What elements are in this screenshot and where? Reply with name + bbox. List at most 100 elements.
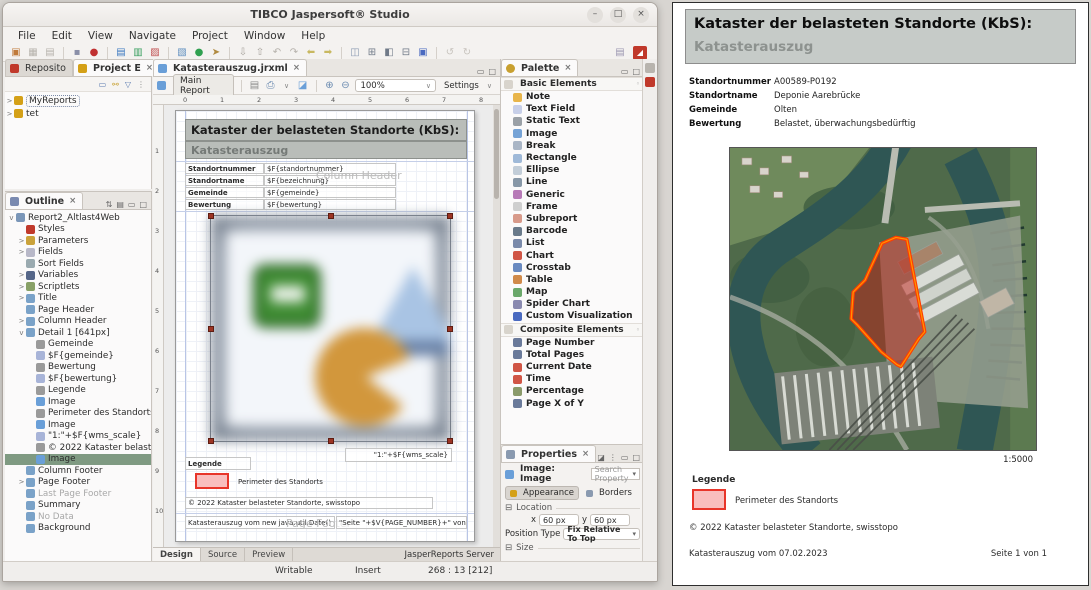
editor-minmax[interactable]: ▭□: [477, 67, 500, 76]
resize-handle[interactable]: [328, 213, 334, 219]
palette-item-frame[interactable]: Frame: [501, 201, 644, 213]
band-view-icon[interactable]: ▤: [248, 79, 260, 93]
restore-panel-icon[interactable]: [645, 63, 655, 73]
close-icon[interactable]: ×: [69, 196, 76, 206]
outline-item[interactable]: Sort Fields: [5, 258, 151, 270]
palette-section-header[interactable]: Basic Elements◦: [501, 77, 644, 91]
palette-item-text-field[interactable]: Text Field: [501, 103, 644, 115]
expander-icon[interactable]: >: [17, 294, 26, 302]
outline-item[interactable]: No Data: [5, 511, 151, 523]
outline-item[interactable]: >Scriptlets: [5, 281, 151, 293]
position-type-select[interactable]: Fix Relative To Top▾: [563, 528, 640, 540]
design-legend-label[interactable]: Legende: [185, 457, 251, 470]
menu-view[interactable]: View: [81, 29, 120, 43]
design-field-label[interactable]: Standortnummer: [185, 163, 264, 174]
design-field-expression[interactable]: $F{bewertung}: [264, 199, 396, 210]
tab-reposito[interactable]: Reposito: [5, 59, 73, 76]
palette-item-custom-visualization[interactable]: Custom Visualization: [501, 310, 644, 322]
palette-minmax[interactable]: ▭□: [621, 67, 644, 76]
design-field-label[interactable]: Bewertung: [185, 199, 264, 210]
link-editor-icon[interactable]: ⚯: [112, 80, 119, 89]
new-window-icon[interactable]: ◫: [348, 46, 362, 60]
jasperreports-server-label[interactable]: JasperReports Server: [405, 550, 500, 560]
menu-icon[interactable]: ⋮: [609, 453, 617, 462]
design-subtitle[interactable]: Katasterauszug: [185, 141, 467, 159]
outline-item[interactable]: Image: [5, 396, 151, 408]
maximize-icon[interactable]: □: [632, 67, 640, 76]
dataset-icon[interactable]: ▥: [131, 46, 145, 60]
expander-icon[interactable]: v: [17, 329, 26, 337]
expander-icon[interactable]: v: [7, 214, 16, 222]
outline-item[interactable]: vReport2_Altlast4Web: [5, 212, 151, 224]
menu-icon[interactable]: ▤: [116, 200, 124, 209]
close-button[interactable]: ×: [633, 7, 649, 23]
chevron-icon[interactable]: ◦: [636, 80, 640, 88]
outline-item[interactable]: >Title: [5, 293, 151, 305]
import-icon[interactable]: ⇩: [236, 46, 250, 60]
outline-item[interactable]: Last Page Footer: [5, 488, 151, 500]
breakpoint-icon[interactable]: ●: [87, 46, 101, 60]
export-image-icon[interactable]: ◪: [297, 79, 309, 93]
resize-handle[interactable]: [208, 213, 214, 219]
palette-item-crosstab[interactable]: Crosstab: [501, 262, 644, 274]
outline-item[interactable]: vDetail 1 [641px]: [5, 327, 151, 339]
outline-item[interactable]: >Parameters: [5, 235, 151, 247]
resize-handle[interactable]: [208, 438, 214, 444]
chevron-icon[interactable]: ◦: [636, 326, 640, 334]
preferences-icon[interactable]: ▤: [613, 46, 627, 60]
scale-expression[interactable]: "1:"+$F{wms_scale}: [345, 448, 452, 462]
palette-item-list[interactable]: List: [501, 237, 644, 249]
image-tool-icon[interactable]: ▧: [175, 46, 189, 60]
palette-item-total-pages[interactable]: Total Pages: [501, 349, 644, 361]
outline-item[interactable]: Bewertung: [5, 362, 151, 374]
outline-item[interactable]: $F{gemeinde}: [5, 350, 151, 362]
outline-item[interactable]: "1:"+$F{wms_scale}: [5, 431, 151, 443]
expander-icon[interactable]: >: [17, 271, 26, 279]
design-legend-swatch[interactable]: [195, 473, 229, 489]
maximize-icon[interactable]: □: [488, 67, 496, 76]
view-menu-icon[interactable]: ⋮: [137, 80, 145, 89]
vertical-scrollbar[interactable]: [493, 105, 500, 549]
layout-stack-icon[interactable]: ⊟: [399, 46, 413, 60]
title-bar[interactable]: TIBCO Jaspersoft® Studio –□×: [3, 3, 657, 27]
design-field-label[interactable]: Gemeinde: [185, 187, 264, 198]
expander-icon[interactable]: >: [5, 97, 14, 105]
map-image-element[interactable]: [210, 215, 451, 442]
outline-item[interactable]: >Column Header: [5, 316, 151, 328]
menu-edit[interactable]: Edit: [45, 29, 79, 43]
palette-item-ellipse[interactable]: Ellipse: [501, 164, 644, 176]
project-tree-item[interactable]: >MyReports: [5, 94, 151, 107]
palette-item-spider-chart[interactable]: Spider Chart: [501, 298, 644, 310]
expander-icon[interactable]: >: [17, 237, 26, 245]
forward-icon[interactable]: ➡: [321, 46, 335, 60]
palette-item-chart[interactable]: Chart: [501, 249, 644, 261]
prop-tab-appearance[interactable]: Appearance: [505, 486, 579, 500]
palette-item-page-number[interactable]: Page Number: [501, 337, 644, 349]
print-icon[interactable]: ⎙: [264, 79, 276, 93]
palette-section-header[interactable]: Composite Elements◦: [501, 323, 644, 337]
palette-item-subreport[interactable]: Subreport: [501, 213, 644, 225]
publish-icon[interactable]: ➤: [209, 46, 223, 60]
outline-item[interactable]: >Fields: [5, 247, 151, 259]
palette-item-percentage[interactable]: Percentage: [501, 385, 644, 397]
menu-window[interactable]: Window: [237, 29, 292, 43]
tab-design[interactable]: Design: [153, 548, 201, 561]
outline-item[interactable]: Gemeinde: [5, 339, 151, 351]
menu-project[interactable]: Project: [185, 29, 235, 43]
chevron-down-icon[interactable]: ∨: [281, 79, 293, 93]
close-icon[interactable]: ×: [564, 63, 571, 73]
tab-project-e[interactable]: Project E×: [73, 59, 160, 76]
outline-item[interactable]: Column Footer: [5, 465, 151, 477]
minimize-button[interactable]: –: [587, 7, 603, 23]
outline-minmax[interactable]: ⇅▤▭□: [106, 200, 151, 209]
palette-item-break[interactable]: Break: [501, 140, 644, 152]
palette-item-line[interactable]: Line: [501, 176, 644, 188]
tab-outline[interactable]: Outline ×: [5, 192, 83, 209]
back-icon[interactable]: ⬅: [304, 46, 318, 60]
settings-dropdown[interactable]: Settings∨: [440, 79, 496, 92]
outline-item[interactable]: >Page Footer: [5, 477, 151, 489]
maximize-icon[interactable]: □: [632, 453, 640, 462]
outline-item[interactable]: Perimeter des Standorts: [5, 408, 151, 420]
sort-icon[interactable]: ⇅: [106, 200, 113, 209]
expander-icon[interactable]: >: [17, 283, 26, 291]
